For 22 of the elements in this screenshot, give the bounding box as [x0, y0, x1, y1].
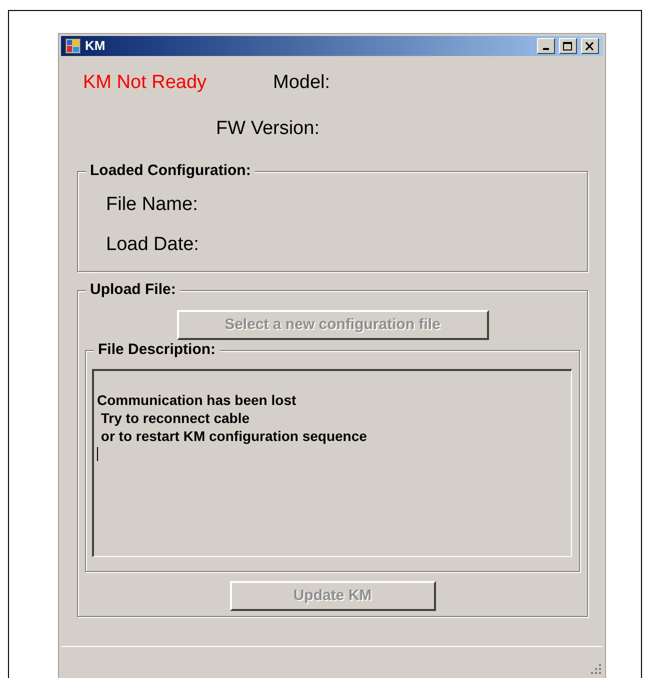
close-button[interactable]	[581, 38, 599, 54]
group-title: File Description:	[94, 341, 220, 359]
window-title: KM	[85, 37, 106, 56]
maximize-button[interactable]	[559, 38, 577, 54]
app-icon	[65, 38, 81, 54]
close-icon	[585, 42, 595, 50]
text-cursor	[97, 447, 98, 461]
description-line: Try to reconnect cable	[100, 409, 250, 427]
minimize-icon	[543, 48, 549, 50]
description-line: Communication has been lost	[97, 391, 298, 409]
minimize-button[interactable]	[537, 38, 555, 54]
model-label: Model:	[273, 70, 330, 94]
status-text: KM Not Ready	[83, 70, 208, 94]
fw-version-label: FW Version:	[216, 116, 320, 140]
resize-grip-icon	[589, 662, 601, 674]
text-area[interactable]: Communication has been lost Try to reconnect cable or to restart KM configuration sequence	[92, 369, 572, 557]
group-title: Loaded Configuration:	[86, 162, 255, 180]
description-line: or to restart KM configuration sequence	[100, 427, 368, 445]
maximize-icon	[563, 42, 573, 50]
field-label: Load Date:	[106, 234, 200, 256]
field-label: File Name:	[106, 194, 199, 216]
group-title: Upload File:	[86, 281, 180, 299]
